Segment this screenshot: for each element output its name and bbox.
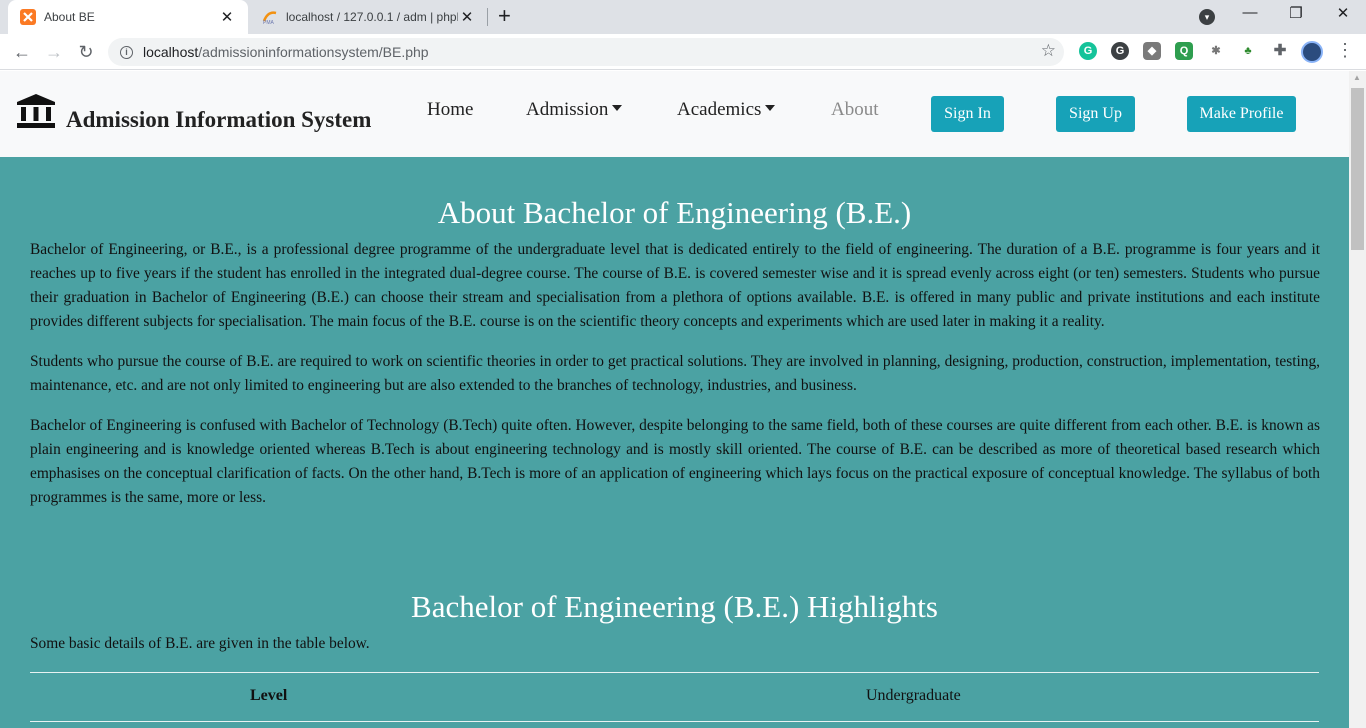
sign-in-button[interactable]: Sign In [931, 96, 1004, 132]
shield-extension-icon[interactable]: ◆ [1143, 42, 1161, 60]
about-paragraph-2: Students who pursue the course of B.E. a… [30, 353, 1320, 394]
scroll-up-icon[interactable]: ▲ [1353, 73, 1361, 82]
nav-admission-dropdown[interactable]: Admission [526, 99, 623, 121]
window-close-icon[interactable]: ✕ [1331, 4, 1355, 22]
bookmark-star-icon[interactable]: ☆ [1041, 41, 1056, 61]
tab-phpmyadmin[interactable]: PMA localhost / 127.0.0.1 / adm | phpMyA… [250, 0, 488, 34]
tab-divider [487, 8, 488, 26]
institution-icon [17, 94, 55, 128]
tab-search-icon[interactable]: ▾ [1199, 9, 1215, 25]
table-top-border [30, 672, 1319, 673]
about-paragraph-3: Bachelor of Engineering is confused with… [30, 417, 1320, 506]
new-tab-icon[interactable]: + [498, 4, 511, 28]
restore-icon[interactable]: ❐ [1284, 4, 1308, 22]
site-info-icon[interactable]: i [120, 45, 133, 59]
grammarly-icon[interactable]: G [1079, 42, 1097, 60]
phpmyadmin-favicon-icon: PMA [262, 11, 277, 25]
extension-g-icon[interactable]: G [1111, 42, 1129, 60]
about-paragraph-1: Bachelor of Engineering, or B.E., is a p… [30, 241, 1320, 330]
forward-icon[interactable]: → [42, 40, 66, 64]
caret-down-icon [765, 105, 776, 111]
scroll-thumb[interactable] [1351, 88, 1364, 250]
tab-title: About BE [44, 10, 95, 24]
bug-extension-icon[interactable]: ✱ [1207, 42, 1225, 60]
xampp-favicon-icon [20, 9, 36, 25]
site-brand[interactable]: Admission Information System [66, 107, 371, 133]
tab-title: localhost / 127.0.0.1 / adm | phpMyAdmin [286, 10, 458, 24]
site-navbar: Admission Information System Home Admiss… [0, 71, 1349, 157]
extensions-puzzle-icon[interactable]: ✚ [1271, 42, 1289, 60]
highlights-heading: Bachelor of Engineering (B.E.) Highlight… [411, 589, 938, 624]
highlights-intro: Some basic details of B.E. are given in … [30, 635, 370, 652]
profile-avatar[interactable] [1301, 41, 1323, 63]
close-tab-icon[interactable]: ✕ [458, 8, 476, 26]
html-tree-extension-icon[interactable]: ♣ [1239, 42, 1257, 60]
page-viewport: Admission Information System Home Admiss… [0, 71, 1349, 728]
page-scrollbar[interactable]: ▲ [1349, 71, 1366, 728]
nav-academics-dropdown[interactable]: Academics [677, 99, 776, 121]
nav-home[interactable]: Home [427, 99, 473, 121]
minimize-icon[interactable]: — [1238, 4, 1262, 21]
browser-menu-icon[interactable]: ⋮ [1336, 40, 1354, 61]
browser-toolbar: ← → ↻ i localhost/admissioninformationsy… [0, 34, 1366, 70]
back-icon[interactable]: ← [10, 40, 34, 64]
table-cell-value: Undergraduate [866, 687, 961, 704]
about-heading: About Bachelor of Engineering (B.E.) [437, 195, 912, 230]
url-text[interactable]: localhost/admissioninformationsystem/BE.… [143, 44, 429, 60]
tab-about-be[interactable]: About BE ✕ [8, 0, 248, 34]
close-tab-icon[interactable]: ✕ [218, 8, 236, 26]
table-cell-label: Level [250, 687, 288, 704]
extension-q-icon[interactable]: Q [1175, 42, 1193, 60]
table-row-border [30, 721, 1319, 722]
reload-icon[interactable]: ↻ [74, 40, 98, 64]
svg-text:PMA: PMA [263, 20, 275, 25]
caret-down-icon [612, 105, 623, 111]
nav-about[interactable]: About [831, 99, 879, 121]
sign-up-button[interactable]: Sign Up [1056, 96, 1135, 132]
browser-tabstrip: About BE ✕ PMA localhost / 127.0.0.1 / a… [0, 0, 1366, 34]
main-content: About Bachelor of Engineering (B.E.) Bac… [0, 157, 1349, 728]
address-bar[interactable]: i localhost/admissioninformationsystem/B… [108, 38, 1064, 66]
make-profile-button[interactable]: Make Profile [1187, 96, 1296, 132]
